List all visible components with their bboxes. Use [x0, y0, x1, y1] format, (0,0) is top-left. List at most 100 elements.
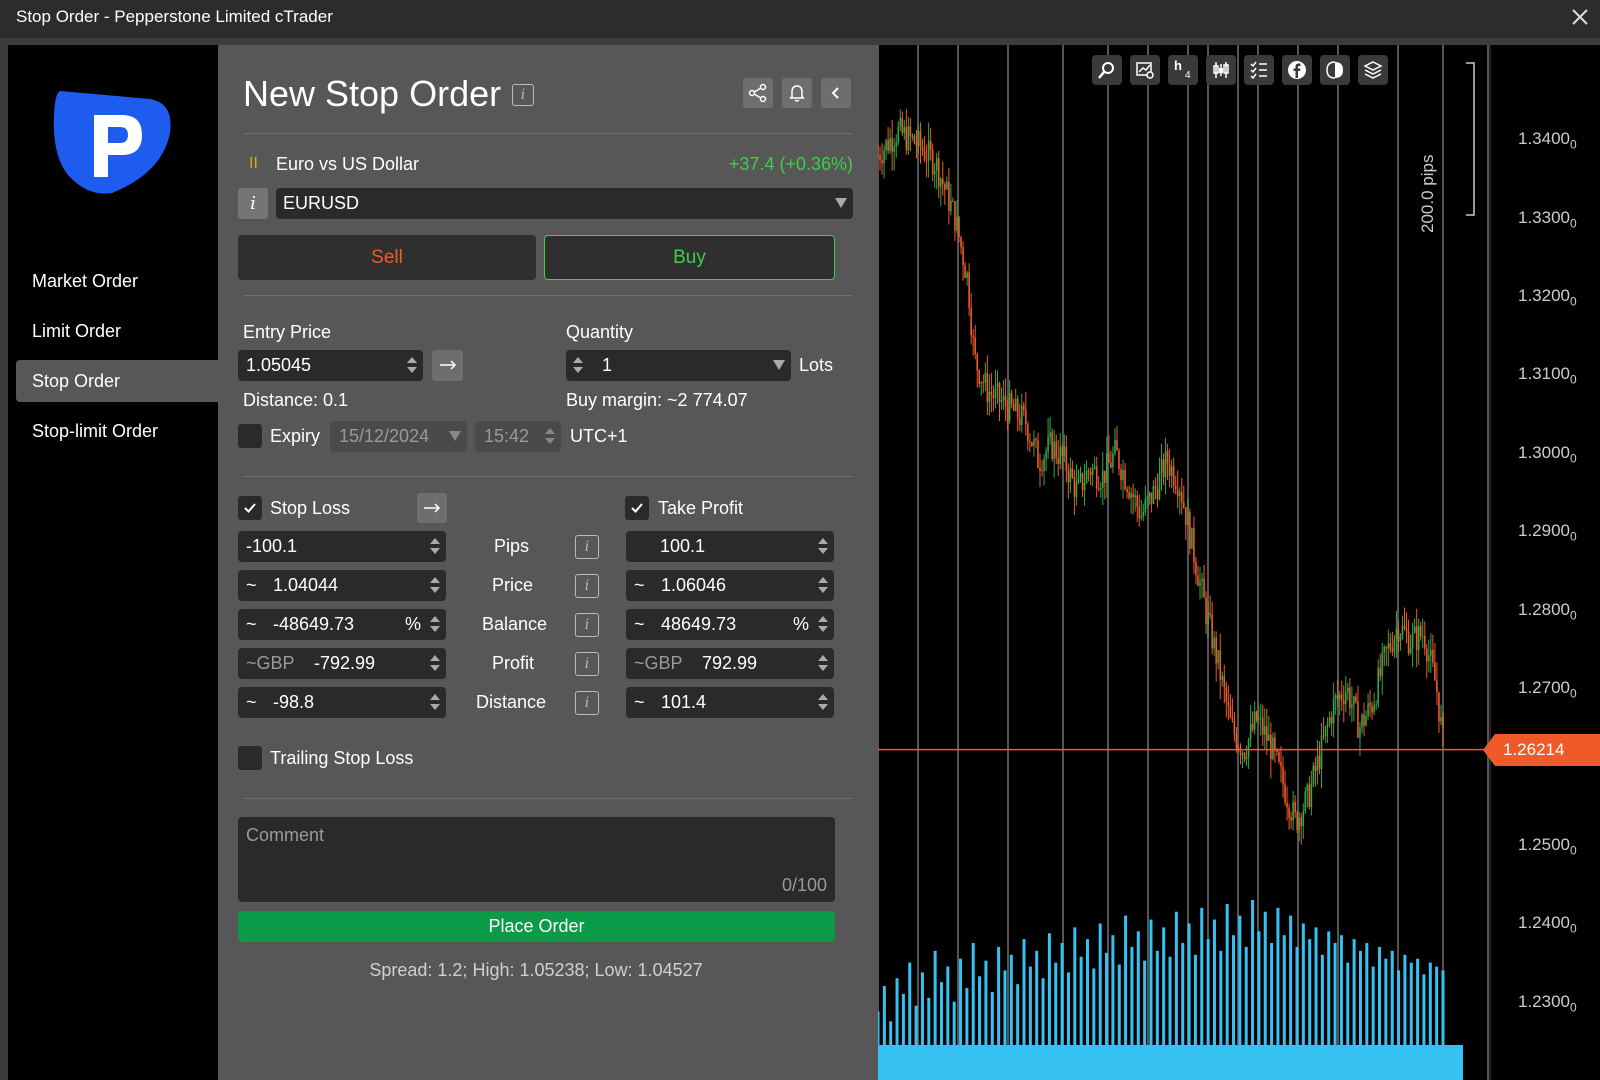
- distance-text: Distance: 0.1: [243, 390, 349, 410]
- stepper-icon[interactable]: [430, 537, 440, 555]
- stepper-icon[interactable]: [818, 693, 828, 711]
- stepper-icon[interactable]: [818, 537, 828, 555]
- candle-body: [923, 150, 926, 160]
- quantity-stepper[interactable]: 1: [566, 350, 791, 381]
- take-profit-profit-input[interactable]: ~GBP 792.99: [626, 648, 834, 679]
- expiry-date-select[interactable]: 15/12/2024: [330, 421, 467, 452]
- pause-icon[interactable]: II: [249, 155, 258, 173]
- comment-textarea[interactable]: Comment 0/100: [238, 817, 835, 902]
- candle-body: [1282, 766, 1284, 785]
- candle-body: [988, 391, 991, 403]
- row-label-distance: Distance: [476, 692, 547, 712]
- stepper-icon[interactable]: [430, 576, 440, 594]
- stepper-icon[interactable]: [545, 427, 555, 445]
- stepper-icon[interactable]: [407, 356, 417, 374]
- info-icon[interactable]: i: [575, 691, 599, 715]
- candle-body: [1387, 643, 1390, 649]
- candle-body: [956, 216, 958, 231]
- buy-button[interactable]: Buy: [544, 235, 835, 280]
- divider: [243, 295, 853, 296]
- check-icon: [244, 503, 256, 513]
- chart-settings-button[interactable]: [1130, 55, 1160, 85]
- timeframe-value: 4: [1185, 70, 1191, 81]
- symbol-select[interactable]: EURUSD: [276, 188, 853, 219]
- info-icon[interactable]: i: [575, 652, 599, 676]
- candle-body: [1336, 695, 1339, 699]
- place-order-button[interactable]: Place Order: [238, 911, 835, 942]
- stop-loss-distance-input[interactable]: ~ -98.8: [238, 687, 446, 718]
- sidebar-item-stop-limit-order[interactable]: Stop-limit Order: [16, 410, 218, 452]
- take-profit-balance-input[interactable]: ~ 48649.73 %: [626, 609, 834, 640]
- take-profit-checkbox[interactable]: [625, 496, 649, 520]
- candle-body: [1029, 441, 1031, 443]
- candle-body: [1106, 453, 1108, 483]
- timeframe-button[interactable]: h4: [1168, 55, 1198, 85]
- stepper-icon[interactable]: [430, 654, 440, 672]
- share-button[interactable]: [743, 78, 773, 108]
- info-icon[interactable]: i: [575, 574, 599, 598]
- candle-body: [1101, 470, 1104, 489]
- alert-button[interactable]: [782, 78, 812, 108]
- field-value: 1.04044: [273, 575, 339, 595]
- stepper-icon[interactable]: [818, 615, 828, 633]
- candle-body: [939, 178, 942, 187]
- set-current-price-button[interactable]: [432, 350, 463, 381]
- stepper-icon[interactable]: [573, 356, 583, 374]
- indicators-button[interactable]: [1244, 55, 1274, 85]
- sidebar-item-market-order[interactable]: Market Order: [16, 260, 218, 302]
- expiry-checkbox[interactable]: [238, 424, 262, 448]
- symbol-info-button[interactable]: i: [238, 188, 268, 219]
- candle-body: [1405, 628, 1408, 632]
- candle-body: [1089, 471, 1092, 475]
- trailing-stop-checkbox[interactable]: [238, 746, 262, 770]
- expiry-time-input[interactable]: 15:42: [475, 421, 561, 452]
- candle-body: [1083, 483, 1086, 490]
- share-facebook-button[interactable]: [1282, 55, 1312, 85]
- candlestick-chart[interactable]: [878, 45, 1600, 1080]
- candle-body: [1035, 439, 1037, 441]
- sentiment-button[interactable]: [1320, 55, 1350, 85]
- candle-body: [1421, 636, 1424, 638]
- stop-loss-set-button[interactable]: [417, 493, 447, 523]
- take-profit-price-input[interactable]: ~ 1.06046: [626, 570, 834, 601]
- layers-button[interactable]: [1358, 55, 1388, 85]
- candle-body: [1041, 470, 1043, 472]
- candle-body: [1249, 723, 1252, 740]
- candle-body: [1164, 451, 1167, 478]
- info-icon[interactable]: i: [575, 613, 599, 637]
- stop-loss-pips-input[interactable]: -100.1: [238, 531, 446, 562]
- zoom-button[interactable]: [1092, 55, 1122, 85]
- info-icon[interactable]: i: [512, 84, 534, 106]
- stop-loss-checkbox[interactable]: [238, 496, 262, 520]
- entry-price-input[interactable]: 1.05045: [238, 350, 423, 381]
- sidebar-item-stop-order[interactable]: Stop Order: [16, 360, 218, 402]
- sell-button[interactable]: Sell: [238, 235, 536, 280]
- candle-body: [1245, 757, 1248, 760]
- candle-body: [1288, 807, 1290, 818]
- chart-type-button[interactable]: [1206, 55, 1236, 85]
- candle-body: [1126, 488, 1128, 493]
- collapse-button[interactable]: [821, 78, 851, 108]
- stop-loss-price-input[interactable]: ~ 1.04044: [238, 570, 446, 601]
- candle-body: [1290, 817, 1292, 821]
- y-tick-suffix: 0: [1570, 686, 1577, 701]
- field-value: 101.4: [661, 692, 707, 712]
- take-profit-distance-input[interactable]: ~ 101.4: [626, 687, 834, 718]
- stepper-icon[interactable]: [430, 615, 440, 633]
- take-profit-pips-input[interactable]: 100.1: [626, 531, 834, 562]
- candle-body: [998, 383, 1001, 403]
- stop-loss-balance-input[interactable]: ~ -48649.73 %: [238, 609, 446, 640]
- field-prefix: ~: [246, 692, 257, 712]
- candle-body: [1272, 737, 1274, 760]
- stepper-icon[interactable]: [818, 576, 828, 594]
- info-icon[interactable]: i: [575, 535, 599, 559]
- close-icon[interactable]: [1568, 5, 1592, 29]
- stepper-icon[interactable]: [818, 654, 828, 672]
- sidebar-item-limit-order[interactable]: Limit Order: [16, 310, 218, 352]
- price-chart[interactable]: h4 200.0 pips 1.34000 1.33000 1.32000 1.310…: [878, 45, 1600, 1080]
- chevron-down-icon[interactable]: [773, 360, 785, 370]
- stepper-icon[interactable]: [430, 693, 440, 711]
- stop-loss-profit-input[interactable]: ~GBP -792.99: [238, 648, 446, 679]
- candle-body: [1359, 727, 1361, 738]
- field-value: -792.99: [314, 653, 376, 673]
